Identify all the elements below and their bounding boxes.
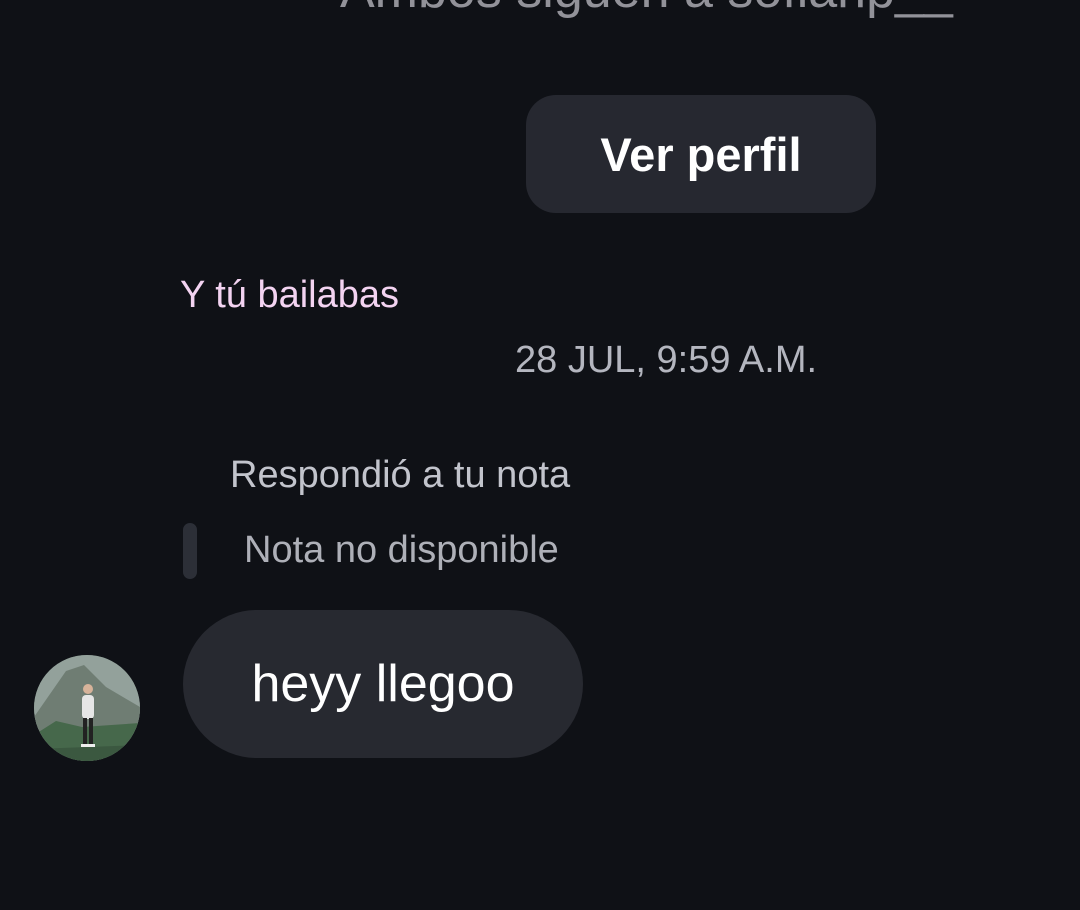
note-song-text: Y tú bailabas <box>180 274 400 316</box>
avatar-photo-icon <box>34 655 140 761</box>
quoted-note-text: Nota no disponible <box>244 529 559 571</box>
avatar[interactable] <box>34 655 140 761</box>
message-text: heyy llegoo <box>251 655 515 713</box>
quote-bar <box>183 523 197 579</box>
mutual-followers-text: Ambos siguen a sofiahp__ <box>340 0 1060 18</box>
message-bubble[interactable]: heyy llegoo <box>183 610 583 758</box>
message-timestamp: 28 JUL, 9:59 A.M. <box>515 339 818 381</box>
view-profile-button[interactable]: Ver perfil <box>526 95 876 213</box>
reply-context-label: Respondió a tu nota <box>230 454 571 496</box>
